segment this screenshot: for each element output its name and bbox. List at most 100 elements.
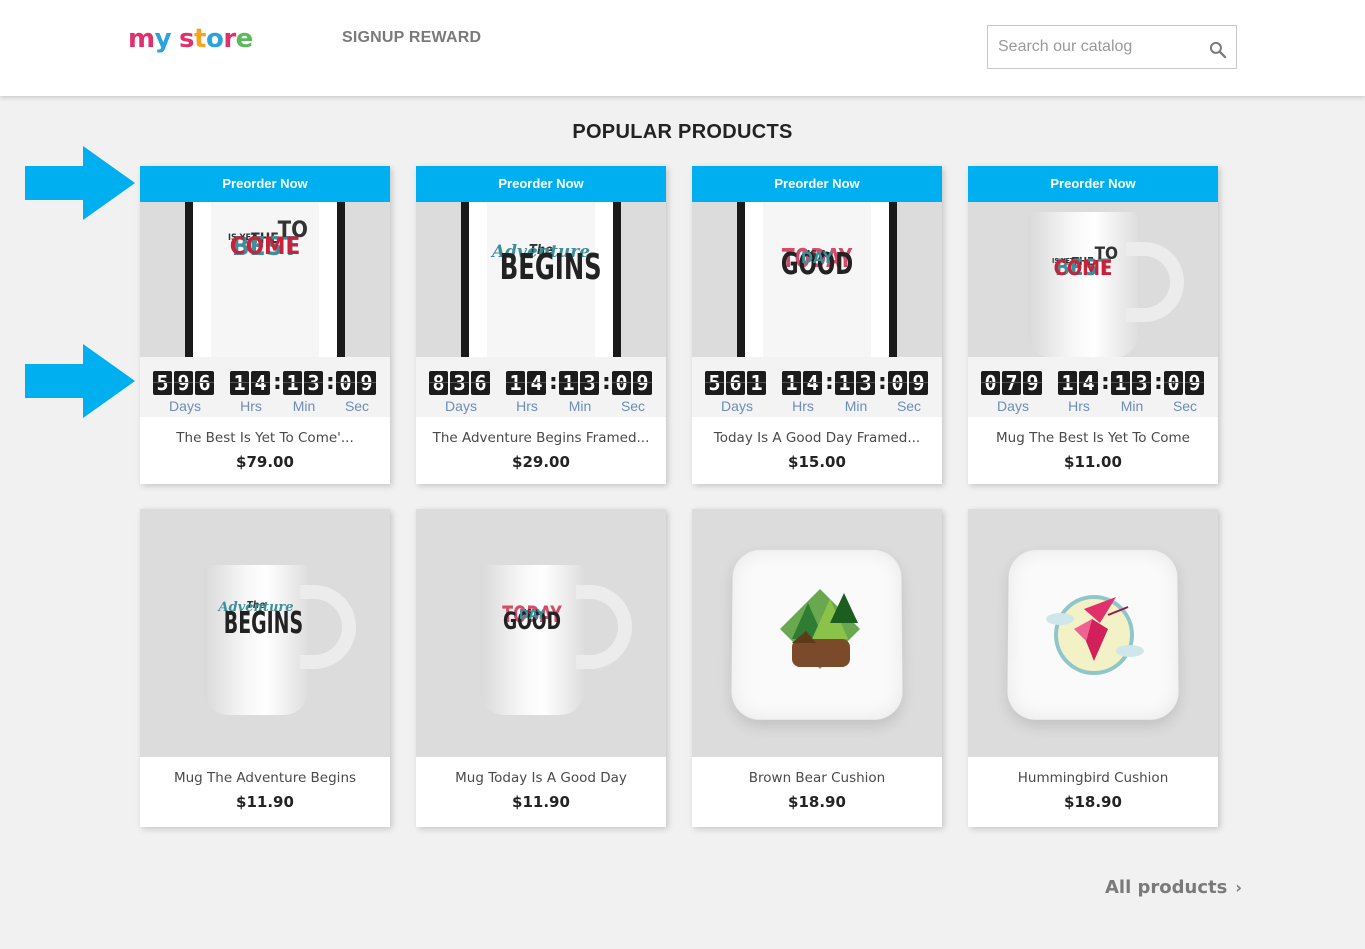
countdown-label-days: Days <box>169 398 201 414</box>
section-title: POPULAR PRODUCTS <box>572 121 793 143</box>
countdown-colon: : <box>1101 370 1110 395</box>
search-box <box>987 25 1237 69</box>
countdown-label-sec: Sec <box>1172 398 1198 414</box>
countdown-label-min: Min <box>568 398 592 414</box>
product-name[interactable]: The Adventure Begins Framed... <box>416 417 666 453</box>
product-name[interactable]: Mug The Best Is Yet To Come <box>968 417 1218 453</box>
logo-letter: y <box>154 24 172 54</box>
preorder-badge[interactable]: Preorder Now <box>692 166 942 202</box>
arrow-right-icon <box>25 146 135 220</box>
countdown-label-min: Min <box>292 398 316 414</box>
site-header: my store SIGNUP REWARD <box>0 0 1365 96</box>
countdown-label-sec: Sec <box>344 398 370 414</box>
countdown-colon: : <box>273 370 282 395</box>
product-image[interactable]: THE BEST IS YET TO COME 079 14 : 13 : 0 … <box>968 202 1218 417</box>
countdown-label-min: Min <box>1120 398 1144 414</box>
product-card[interactable]: Preorder Now THE BEST IS YET TO COME 596… <box>140 166 390 484</box>
product-price: $29.00 <box>512 453 570 471</box>
product-image[interactable]: TODAY IS A GOOD DAY <box>416 509 666 757</box>
countdown-timer: 836 14 : 13 : 09 Days Hrs Min Sec <box>416 357 666 417</box>
countdown-days: 596 <box>153 371 216 395</box>
product-name[interactable]: The Best Is Yet To Come'... <box>140 417 390 453</box>
countdown-timer: 596 14 : 13 : 09 Days Hrs Min Sec <box>140 357 390 417</box>
logo-letter: s <box>179 24 195 54</box>
preorder-badge[interactable]: Preorder Now <box>968 166 1218 202</box>
mug-image <box>480 565 584 715</box>
countdown-timer: 079 14 : 13 : 09 Days Hrs Min Sec <box>968 357 1218 417</box>
countdown-colon: : <box>549 370 558 395</box>
product-card[interactable]: Hummingbird Cushion $18.90 <box>968 509 1218 827</box>
search-icon[interactable] <box>1208 40 1228 60</box>
product-card[interactable]: Preorder Now THE BEST IS YET TO COME 079… <box>968 166 1218 484</box>
countdown-digit: 6 <box>726 371 745 395</box>
mug-image <box>1028 212 1138 358</box>
product-image[interactable]: TODAY IS A GOOD DAY 561 14 : 13 : 09 Day… <box>692 202 942 417</box>
countdown-colon: : <box>878 370 887 395</box>
chevron-right-icon: › <box>1235 878 1242 897</box>
countdown-digit: 1 <box>559 371 578 395</box>
countdown-digit: 4 <box>251 371 270 395</box>
countdown-digit: 9 <box>1185 371 1204 395</box>
countdown-digit: 0 <box>336 371 355 395</box>
product-price: $18.90 <box>788 793 846 811</box>
product-card[interactable]: Brown Bear Cushion $18.90 <box>692 509 942 827</box>
product-image[interactable]: The Adventure BEGINS <box>140 509 390 757</box>
countdown-digit: 1 <box>747 371 766 395</box>
all-products-label: All products <box>1105 877 1228 898</box>
preorder-badge[interactable]: Preorder Now <box>140 166 390 202</box>
countdown-digit: 4 <box>803 371 822 395</box>
product-name[interactable]: Hummingbird Cushion <box>968 757 1218 793</box>
logo-letter: o <box>205 24 224 54</box>
countdown-digit: 6 <box>195 371 214 395</box>
product-name[interactable]: Today Is A Good Day Framed... <box>692 417 942 453</box>
product-card[interactable]: TODAY IS A GOOD DAY Mug Today Is A Good … <box>416 509 666 827</box>
product-image[interactable] <box>692 509 942 757</box>
product-card[interactable]: Preorder Now The Adventure BEGINS 836 14… <box>416 166 666 484</box>
countdown-digit: 3 <box>1132 371 1151 395</box>
logo-letter: m <box>128 24 155 54</box>
product-name[interactable]: Brown Bear Cushion <box>692 757 942 793</box>
countdown-digit: 4 <box>527 371 546 395</box>
countdown-digit: 0 <box>612 371 631 395</box>
countdown-digit: 5 <box>153 371 172 395</box>
search-input[interactable] <box>988 26 1188 68</box>
countdown-digit: 3 <box>580 371 599 395</box>
countdown-label-days: Days <box>997 398 1029 414</box>
countdown-sec: 09 <box>336 371 378 395</box>
logo-letter: r <box>223 24 236 54</box>
logo-letter: e <box>235 24 254 54</box>
countdown-label-sec: Sec <box>896 398 922 414</box>
countdown-digit: 1 <box>1111 371 1130 395</box>
product-name[interactable]: Mug The Adventure Begins <box>140 757 390 793</box>
countdown-digit: 9 <box>357 371 376 395</box>
hummingbird-art <box>1046 595 1144 675</box>
countdown-digit: 6 <box>471 371 490 395</box>
countdown-digit: 4 <box>1079 371 1098 395</box>
countdown-digit: 1 <box>230 371 249 395</box>
countdown-digit: 7 <box>1002 371 1021 395</box>
countdown-digit: 8 <box>429 371 448 395</box>
countdown-digit: 5 <box>705 371 724 395</box>
product-price: $11.90 <box>512 793 570 811</box>
countdown-digit: 0 <box>1164 371 1183 395</box>
product-image[interactable] <box>968 509 1218 757</box>
store-logo[interactable]: my store <box>128 24 253 54</box>
product-name[interactable]: Mug Today Is A Good Day <box>416 757 666 793</box>
product-card[interactable]: Preorder Now TODAY IS A GOOD DAY 561 14 … <box>692 166 942 484</box>
product-card[interactable]: The Adventure BEGINS Mug The Adventure B… <box>140 509 390 827</box>
countdown-digit: 1 <box>283 371 302 395</box>
all-products-link[interactable]: All products › <box>1105 877 1242 898</box>
countdown-label-hrs: Hrs <box>516 398 538 414</box>
countdown-hrs: 14 <box>1058 371 1100 395</box>
preorder-badge[interactable]: Preorder Now <box>416 166 666 202</box>
product-image[interactable]: The Adventure BEGINS 836 14 : 13 : 09 Da… <box>416 202 666 417</box>
countdown-digit: 0 <box>888 371 907 395</box>
countdown-digit: 9 <box>633 371 652 395</box>
countdown-label-min: Min <box>844 398 868 414</box>
nav-signup-reward[interactable]: SIGNUP REWARD <box>342 29 481 47</box>
mug-handle <box>300 585 356 669</box>
product-image[interactable]: THE BEST IS YET TO COME 596 14 : 13 : 0 … <box>140 202 390 417</box>
product-price: $18.90 <box>1064 793 1122 811</box>
countdown-colon: : <box>825 370 834 395</box>
countdown-colon: : <box>602 370 611 395</box>
